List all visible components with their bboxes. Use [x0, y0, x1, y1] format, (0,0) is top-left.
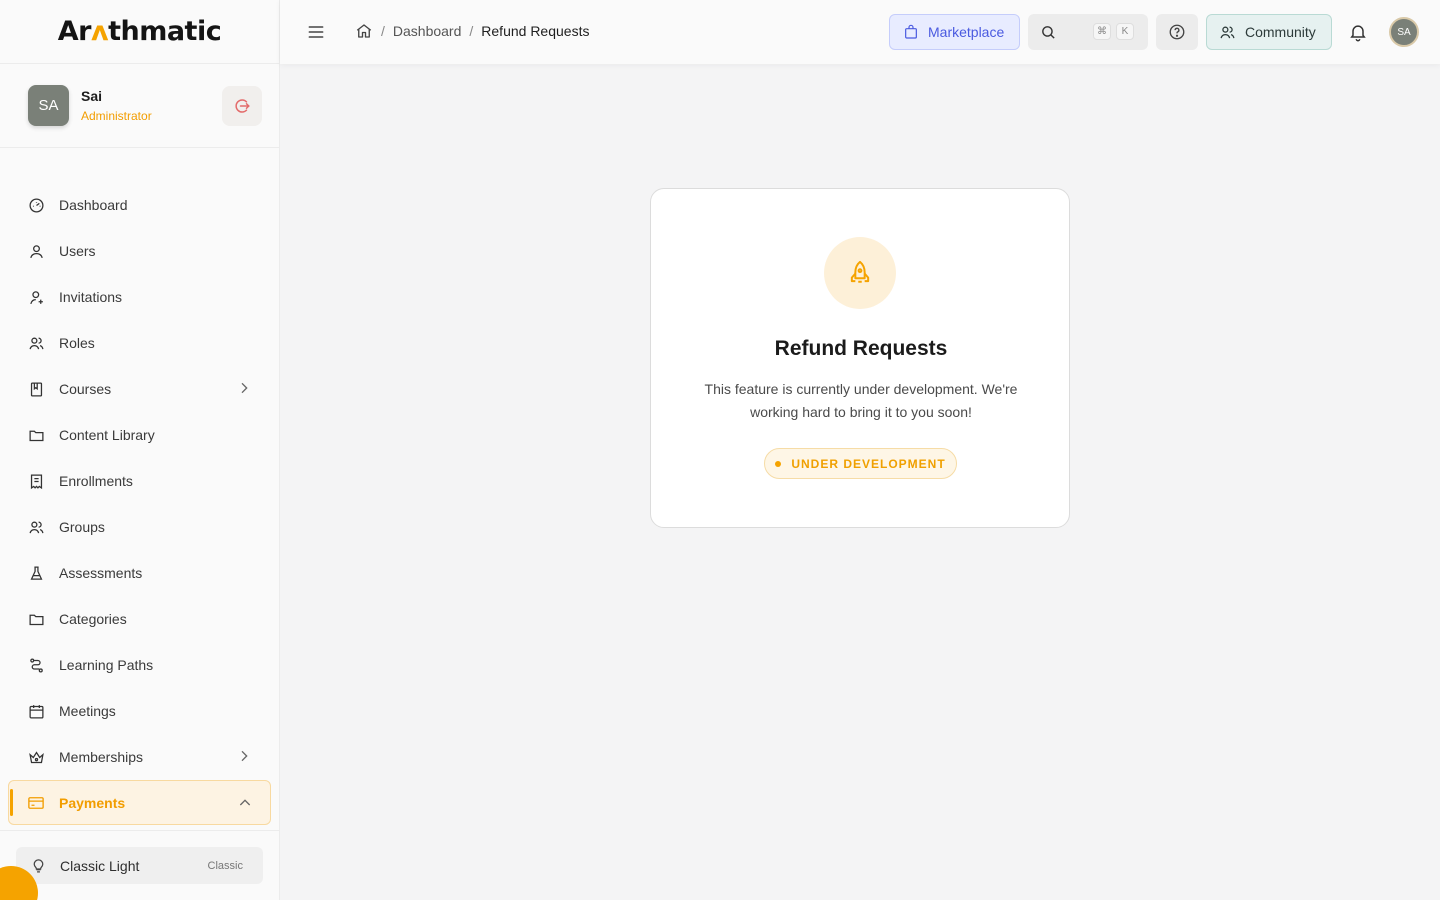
- app-logo[interactable]: Arʌthmatic: [58, 16, 222, 47]
- top-header: / Dashboard / Refund Requests Marketplac…: [280, 0, 1440, 64]
- logout-button[interactable]: [222, 86, 262, 126]
- flask-icon: [30, 565, 42, 580]
- sidebar-item-content-library[interactable]: Content Library: [0, 412, 280, 458]
- users-icon: [1220, 26, 1235, 38]
- community-label: Community: [1245, 24, 1316, 40]
- search-icon: [1042, 25, 1055, 39]
- status-dot: [775, 460, 782, 467]
- sidebar-item-label: Groups: [59, 519, 105, 535]
- status-badge: UNDER DEVELOPMENT: [764, 448, 957, 479]
- sidebar-item-dashboard[interactable]: Dashboard: [0, 182, 280, 228]
- users-icon: [29, 337, 44, 349]
- breadcrumb-separator: /: [381, 23, 385, 39]
- marketplace-label: Marketplace: [928, 24, 1005, 40]
- sidebar-item-roles[interactable]: Roles: [0, 320, 280, 366]
- receipt-icon: [30, 473, 42, 489]
- theme-tag: Classic: [207, 859, 243, 872]
- sidebar-item-meetings[interactable]: Meetings: [0, 688, 280, 734]
- sidebar-item-assessments[interactable]: Assessments: [0, 550, 280, 596]
- user-avatar[interactable]: SA: [1389, 17, 1419, 47]
- menu-toggle-button[interactable]: [306, 22, 326, 47]
- theme-switcher-button[interactable]: Classic Light Classic: [16, 847, 263, 884]
- sidebar-item-payments[interactable]: Payments: [8, 780, 271, 825]
- sidebar-item-enrollments[interactable]: Enrollments: [0, 458, 280, 504]
- bell-icon: [1350, 25, 1366, 42]
- user-profile: SA Sai Administrator: [0, 64, 279, 148]
- feature-placeholder-card: Refund Requests This feature is currentl…: [650, 188, 1070, 528]
- sidebar-item-label: Memberships: [59, 749, 144, 765]
- sidebar-item-label: Dashboard: [59, 197, 128, 213]
- help-button[interactable]: [1156, 14, 1198, 50]
- rocket-icon-badge: [824, 237, 896, 309]
- sidebar-nav: Dashboard Users Invitations Roles Course…: [0, 182, 280, 825]
- sidebar-item-groups[interactable]: Groups: [0, 504, 280, 550]
- sidebar-item-label: Assessments: [59, 565, 143, 581]
- chevron-right-icon[interactable]: [236, 748, 252, 764]
- route-icon: [29, 657, 43, 673]
- sidebar-item-label: Courses: [59, 381, 112, 397]
- chevron-right-icon[interactable]: [236, 380, 252, 396]
- community-button[interactable]: Community: [1206, 14, 1332, 50]
- sidebar-item-label: Enrollments: [59, 473, 133, 489]
- sidebar: Arʌthmatic SA Sai Administrator Dashboar…: [0, 0, 280, 900]
- avatar[interactable]: SA: [28, 85, 69, 126]
- lightbulb-icon: [33, 859, 44, 873]
- sidebar-item-label: Payments: [59, 794, 126, 811]
- profile-role: Administrator: [81, 109, 152, 123]
- user-plus-icon: [29, 290, 43, 304]
- sidebar-item-users[interactable]: Users: [0, 228, 280, 274]
- sidebar-item-courses[interactable]: Courses: [0, 366, 280, 412]
- sidebar-item-label: Content Library: [59, 427, 155, 443]
- theme-label: Classic Light: [60, 857, 140, 874]
- page-title: Refund Requests: [774, 337, 948, 360]
- calendar-icon: [28, 704, 44, 719]
- sidebar-item-memberships[interactable]: Memberships: [0, 734, 280, 780]
- notifications-button[interactable]: [1348, 22, 1368, 47]
- marketplace-button[interactable]: Marketplace: [889, 14, 1020, 50]
- shortcut-meta-key: ⌘: [1093, 23, 1111, 40]
- sidebar-item-label: Users: [59, 243, 96, 259]
- chevron-up-icon[interactable]: [237, 795, 253, 811]
- book-icon: [30, 381, 42, 397]
- breadcrumb: / Dashboard / Refund Requests: [355, 22, 589, 40]
- users-icon: [29, 521, 44, 533]
- rocket-icon: [850, 260, 870, 283]
- breadcrumb-link-dashboard[interactable]: Dashboard: [393, 23, 462, 39]
- search-button[interactable]: ⌘ K: [1028, 14, 1148, 50]
- sidebar-item-categories[interactable]: Categories: [0, 596, 280, 642]
- sidebar-item-label: Learning Paths: [59, 657, 154, 673]
- user-icon: [29, 244, 43, 258]
- dashboard-icon: [28, 197, 44, 213]
- sidebar-item-label: Categories: [59, 611, 127, 627]
- shopping-bag-icon: [905, 24, 917, 39]
- help-circle-icon: [1169, 24, 1185, 40]
- menu-icon: [308, 26, 324, 38]
- status-badge-label: UNDER DEVELOPMENT: [791, 456, 946, 471]
- crown-icon: [28, 750, 44, 763]
- sidebar-item-label: Roles: [59, 335, 95, 351]
- folder-icon: [28, 430, 44, 441]
- breadcrumb-separator: /: [469, 23, 474, 39]
- sidebar-item-label: Invitations: [59, 289, 123, 305]
- credit-card-icon: [28, 796, 44, 809]
- shortcut-k-key: K: [1116, 23, 1134, 40]
- logo-area: Arʌthmatic: [0, 0, 279, 64]
- sidebar-item-label: Meetings: [59, 703, 116, 719]
- sidebar-footer: Classic Light Classic: [0, 830, 280, 900]
- sidebar-item-invitations[interactable]: Invitations: [0, 274, 280, 320]
- folder-icon: [28, 614, 44, 625]
- power-icon: [235, 99, 250, 113]
- feature-description: This feature is currently under developm…: [704, 381, 1018, 420]
- breadcrumb-current: Refund Requests: [481, 23, 590, 39]
- sidebar-item-learning-paths[interactable]: Learning Paths: [0, 642, 280, 688]
- home-icon[interactable]: [355, 22, 373, 40]
- profile-name: Sai: [81, 88, 103, 104]
